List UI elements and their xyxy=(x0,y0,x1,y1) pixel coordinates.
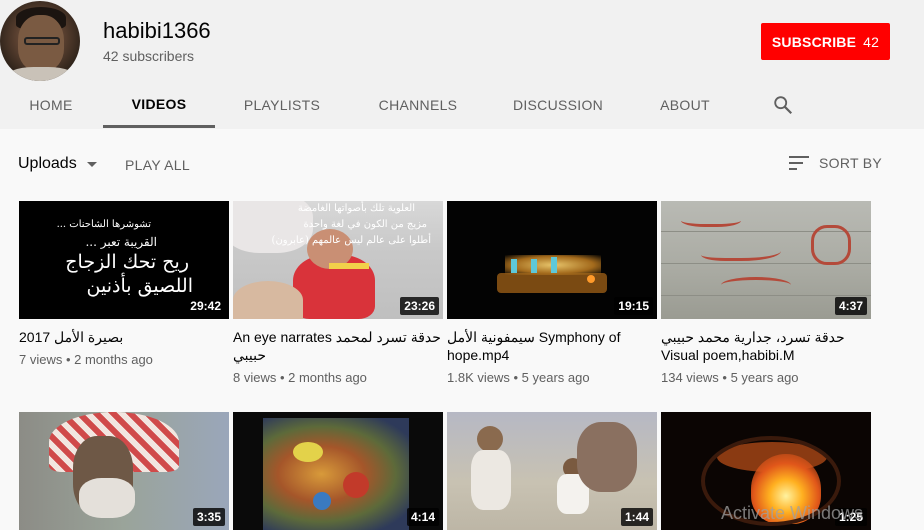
avatar-glasses xyxy=(24,37,60,45)
thumbnail-caption: ... تشوشرها الشاحنات xyxy=(56,219,151,230)
sort-by-button[interactable]: SORT BY xyxy=(789,155,882,171)
video-thumbnail[interactable]: 3:35 xyxy=(19,412,229,530)
upload-age: 2 months ago xyxy=(74,352,153,367)
duration-badge: 4:37 xyxy=(834,297,867,315)
video-thumbnail[interactable]: 1:44 xyxy=(447,412,657,530)
uploads-dropdown[interactable]: Uploads xyxy=(18,155,97,173)
video-title[interactable]: بصيرة الأمل 2017 xyxy=(19,328,229,346)
video-thumbnail[interactable]: 4:37 xyxy=(661,201,871,319)
thumbnail-caption: العلوية تلك بأصواتها الغامضة xyxy=(297,203,415,214)
view-count: 8 views xyxy=(233,370,277,385)
tab-home[interactable]: HOME xyxy=(18,82,84,128)
duration-badge: 4:14 xyxy=(406,508,439,526)
duration-badge: 1:44 xyxy=(620,508,653,526)
video-thumbnail[interactable]: 19:15 xyxy=(447,201,657,319)
subscribe-label: SUBSCRIBE xyxy=(771,33,857,50)
video-card[interactable]: 3:35 xyxy=(19,412,229,530)
channel-name: habibi1366 xyxy=(103,18,211,43)
video-title[interactable]: An eye narrates حدقة تسرد لمحمد حبيبي xyxy=(233,328,443,364)
uploads-label: Uploads xyxy=(18,155,77,172)
duration-badge: 29:42 xyxy=(186,297,225,315)
tab-about[interactable]: ABOUT xyxy=(652,82,718,128)
video-meta: 1.8K views • 5 years ago xyxy=(447,370,590,385)
tab-channels[interactable]: CHANNELS xyxy=(372,82,464,128)
sort-icon xyxy=(789,155,809,171)
view-count: 134 views xyxy=(661,370,719,385)
video-card[interactable]: العلوية تلك بأصواتها الغامضة مزيج من الك… xyxy=(233,201,443,385)
video-meta: 7 views • 2 months ago xyxy=(19,352,153,367)
video-thumbnail[interactable]: ... تشوشرها الشاحنات ... القريبة تعبر ري… xyxy=(19,201,229,319)
thumbnail-caption: ريح تحك الزجاج xyxy=(65,251,189,273)
upload-age: 5 years ago xyxy=(521,370,590,385)
search-icon[interactable] xyxy=(772,94,794,116)
upload-age: 5 years ago xyxy=(730,370,799,385)
avatar-shirt xyxy=(4,67,78,81)
video-title[interactable]: حدقة تسرد، جدارية محمد حبيبي Visual poem… xyxy=(661,328,871,364)
upload-age: 2 months ago xyxy=(288,370,367,385)
thumbnail-caption: ... القريبة تعبر xyxy=(85,235,157,249)
video-card[interactable]: ... تشوشرها الشاحنات ... القريبة تعبر ري… xyxy=(19,201,229,367)
duration-badge: 23:26 xyxy=(400,297,439,315)
video-card[interactable]: 4:14 xyxy=(233,412,443,530)
tab-videos[interactable]: VIDEOS xyxy=(103,82,215,128)
subscribe-button[interactable]: SUBSCRIBE 42 xyxy=(761,23,890,60)
subscribe-count: 42 xyxy=(863,33,880,50)
video-card[interactable]: 4:37 حدقة تسرد، جدارية محمد حبيبي Visual… xyxy=(661,201,871,385)
thumbnail-caption: اللصيق بأذنين xyxy=(86,275,193,297)
video-card[interactable]: 1:44 xyxy=(447,412,657,530)
thumbnail-caption: مزيج من الكون في لغة واحدة xyxy=(303,219,427,230)
video-meta: 134 views • 5 years ago xyxy=(661,370,799,385)
video-meta: 8 views • 2 months ago xyxy=(233,370,367,385)
channel-tabs: HOME VIDEOS PLAYLISTS CHANNELS DISCUSSIO… xyxy=(0,82,924,128)
view-count: 7 views xyxy=(19,352,63,367)
thumbnail-caption: (عابرون) أطلوا على عالم ليس عالمهم xyxy=(271,235,431,246)
play-all-button[interactable]: PLAY ALL xyxy=(125,157,190,173)
caret-down-icon xyxy=(86,161,97,167)
view-count: 1.8K views xyxy=(447,370,510,385)
video-title[interactable]: سيمفونية الأمل Symphony of hope.mp4 xyxy=(447,328,657,364)
tab-playlists[interactable]: PLAYLISTS xyxy=(236,82,328,128)
duration-badge: 3:35 xyxy=(192,508,225,526)
sort-by-label: SORT BY xyxy=(819,155,883,171)
tab-discussion[interactable]: DISCUSSION xyxy=(506,82,610,128)
subscriber-count: 42 subscribers xyxy=(103,48,195,64)
channel-avatar[interactable] xyxy=(0,1,80,81)
video-thumbnail[interactable]: العلوية تلك بأصواتها الغامضة مزيج من الك… xyxy=(233,201,443,319)
video-card[interactable]: 19:15 سيمفونية الأمل Symphony of hope.mp… xyxy=(447,201,657,385)
duration-badge: 19:15 xyxy=(614,297,653,315)
video-thumbnail[interactable]: 4:14 xyxy=(233,412,443,530)
